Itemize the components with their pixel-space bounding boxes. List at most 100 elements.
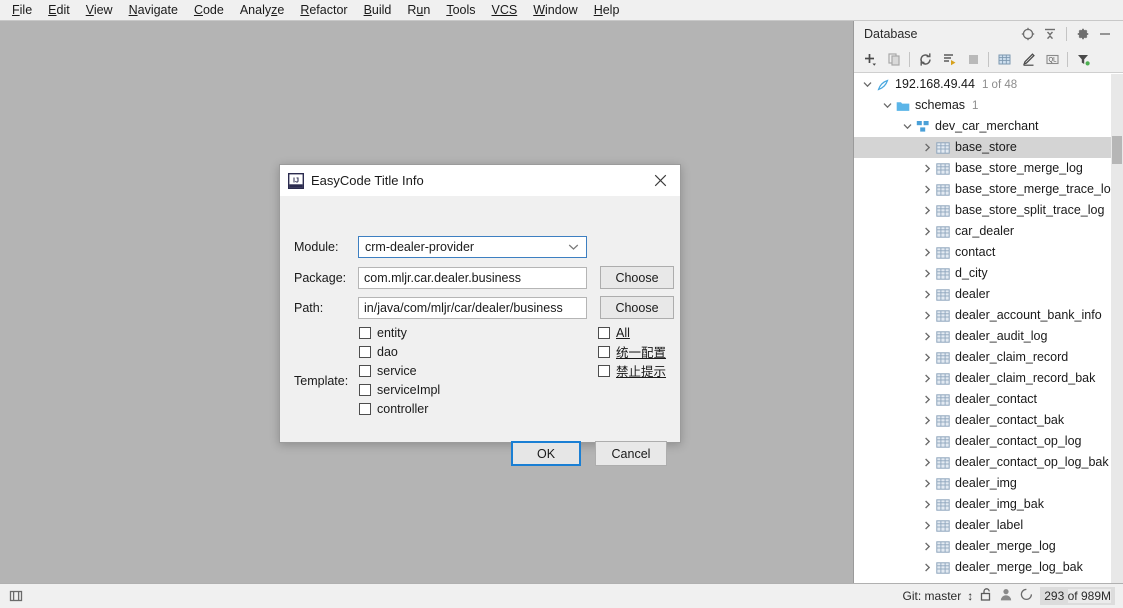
lock-open-icon[interactable] — [979, 587, 993, 605]
checkbox-box[interactable] — [359, 383, 371, 396]
checkbox-controller[interactable]: controller — [359, 399, 440, 418]
checkbox-禁止提示[interactable]: 禁止提示 — [598, 361, 666, 380]
checkbox-All[interactable]: All — [598, 323, 666, 342]
checkbox-entity[interactable]: entity — [359, 323, 440, 342]
tree-row[interactable]: dealer_account_bank_info — [854, 305, 1122, 326]
checkbox-box[interactable] — [359, 345, 371, 358]
tree-row-selected[interactable]: base_store — [854, 137, 1122, 158]
chevron-right-icon[interactable] — [920, 158, 934, 179]
tree-row[interactable]: d_city — [854, 263, 1122, 284]
checkbox-serviceImpl[interactable]: serviceImpl — [359, 380, 440, 399]
menu-item-navigate[interactable]: Navigate — [121, 0, 186, 20]
path-choose-button[interactable]: Choose — [600, 296, 674, 319]
chevron-down-icon[interactable] — [860, 74, 874, 95]
menu-item-help[interactable]: Help — [586, 0, 628, 20]
menu-item-window[interactable]: Window — [525, 0, 585, 20]
checkbox-service[interactable]: service — [359, 361, 440, 380]
tree-row[interactable]: contact — [854, 242, 1122, 263]
chevron-right-icon[interactable] — [920, 452, 934, 473]
chevron-right-icon[interactable] — [920, 494, 934, 515]
git-branch-label[interactable]: Git: master — [903, 589, 962, 603]
run-sql-script-icon[interactable] — [937, 49, 961, 71]
chevron-right-icon[interactable] — [920, 263, 934, 284]
menu-item-vcs[interactable]: VCS — [484, 0, 526, 20]
ql-console-icon[interactable]: QL — [1040, 49, 1064, 71]
tree-row[interactable]: dealer_claim_record — [854, 347, 1122, 368]
tree-row[interactable]: base_store_merge_trace_log — [854, 179, 1122, 200]
tree-row[interactable]: dealer_audit_log — [854, 326, 1122, 347]
chevron-right-icon[interactable] — [920, 431, 934, 452]
tree-row[interactable]: dealer_label — [854, 515, 1122, 536]
cancel-button[interactable]: Cancel — [595, 441, 667, 466]
chevron-right-icon[interactable] — [920, 200, 934, 221]
chevron-right-icon[interactable] — [920, 557, 934, 578]
tree-row[interactable]: dealer_claim_record_bak — [854, 368, 1122, 389]
menu-item-analyze[interactable]: Analyze — [232, 0, 292, 20]
tree-row[interactable]: dealer_contact_bak — [854, 410, 1122, 431]
menu-item-build[interactable]: Build — [356, 0, 400, 20]
checkbox-box[interactable] — [598, 364, 610, 377]
menu-item-edit[interactable]: Edit — [40, 0, 78, 20]
tree-row[interactable]: schemas 1 — [854, 95, 1122, 116]
chevron-right-icon[interactable] — [920, 536, 934, 557]
filter-icon[interactable] — [1071, 49, 1095, 71]
tree-row[interactable]: base_store_merge_log — [854, 158, 1122, 179]
menu-item-code[interactable]: Code — [186, 0, 232, 20]
module-dropdown[interactable]: crm-dealer-provider — [358, 236, 587, 258]
chevron-right-icon[interactable] — [920, 137, 934, 158]
hide-minimize-icon[interactable] — [1095, 24, 1115, 44]
tree-row[interactable]: dev_car_merchant — [854, 116, 1122, 137]
menu-item-tools[interactable]: Tools — [438, 0, 483, 20]
duplicate-icon[interactable] — [882, 49, 906, 71]
chevron-right-icon[interactable] — [920, 242, 934, 263]
branch-updown-icon[interactable]: ↕ — [967, 589, 973, 603]
menu-item-view[interactable]: View — [78, 0, 121, 20]
menu-item-run[interactable]: Run — [399, 0, 438, 20]
chevron-right-icon[interactable] — [920, 410, 934, 431]
chevron-right-icon[interactable] — [920, 221, 934, 242]
edit-pencil-icon[interactable] — [1016, 49, 1040, 71]
toggle-toolwindow-icon[interactable] — [0, 589, 23, 603]
chevron-right-icon[interactable] — [920, 473, 934, 494]
chevron-right-icon[interactable] — [920, 326, 934, 347]
package-choose-button[interactable]: Choose — [600, 266, 674, 289]
package-input[interactable]: com.mljr.car.dealer.business — [358, 266, 587, 289]
memory-indicator[interactable]: 293 of 989M — [1040, 587, 1115, 605]
checkbox-box[interactable] — [359, 326, 371, 339]
checkbox-box[interactable] — [359, 364, 371, 377]
notification-icon[interactable] — [1019, 587, 1034, 605]
checkbox-box[interactable] — [359, 402, 371, 415]
add-plus-icon[interactable] — [858, 49, 882, 71]
tree-row[interactable]: dealer_img_bak — [854, 494, 1122, 515]
tree-scrollbar[interactable] — [1111, 74, 1123, 583]
tree-scrollbar-thumb[interactable] — [1112, 136, 1122, 164]
database-tree[interactable]: 192.168.49.44 1 of 48 schemas 1 dev_car_merc… — [854, 74, 1122, 583]
tree-row[interactable]: dealer_contact_op_log_bak — [854, 452, 1122, 473]
checkbox-dao[interactable]: dao — [359, 342, 440, 361]
stop-icon[interactable] — [961, 49, 985, 71]
chevron-right-icon[interactable] — [920, 179, 934, 200]
tree-row[interactable]: dealer_contact — [854, 389, 1122, 410]
tree-row[interactable]: dealer_img — [854, 473, 1122, 494]
person-icon[interactable] — [999, 587, 1013, 605]
chevron-right-icon[interactable] — [920, 305, 934, 326]
checkbox-box[interactable] — [598, 326, 610, 339]
close-icon[interactable] — [640, 165, 680, 196]
chevron-right-icon[interactable] — [920, 389, 934, 410]
chevron-right-icon[interactable] — [920, 347, 934, 368]
refresh-icon[interactable] — [913, 49, 937, 71]
menu-item-file[interactable]: File — [4, 0, 40, 20]
path-input[interactable]: in/java/com/mljr/car/dealer/business — [358, 296, 587, 319]
table-editor-icon[interactable] — [992, 49, 1016, 71]
chevron-down-icon[interactable] — [880, 95, 894, 116]
menu-item-refactor[interactable]: Refactor — [292, 0, 355, 20]
tree-row[interactable]: base_store_split_trace_log — [854, 200, 1122, 221]
chevron-down-icon[interactable] — [900, 116, 914, 137]
tree-row[interactable]: dealer_merge_log_bak — [854, 557, 1122, 578]
chevron-right-icon[interactable] — [920, 368, 934, 389]
ok-button[interactable]: OK — [511, 441, 581, 466]
tree-row[interactable]: dealer — [854, 284, 1122, 305]
locate-icon[interactable] — [1018, 24, 1038, 44]
tree-row[interactable]: dealer_contact_op_log — [854, 431, 1122, 452]
tree-row[interactable]: 192.168.49.44 1 of 48 — [854, 74, 1122, 95]
